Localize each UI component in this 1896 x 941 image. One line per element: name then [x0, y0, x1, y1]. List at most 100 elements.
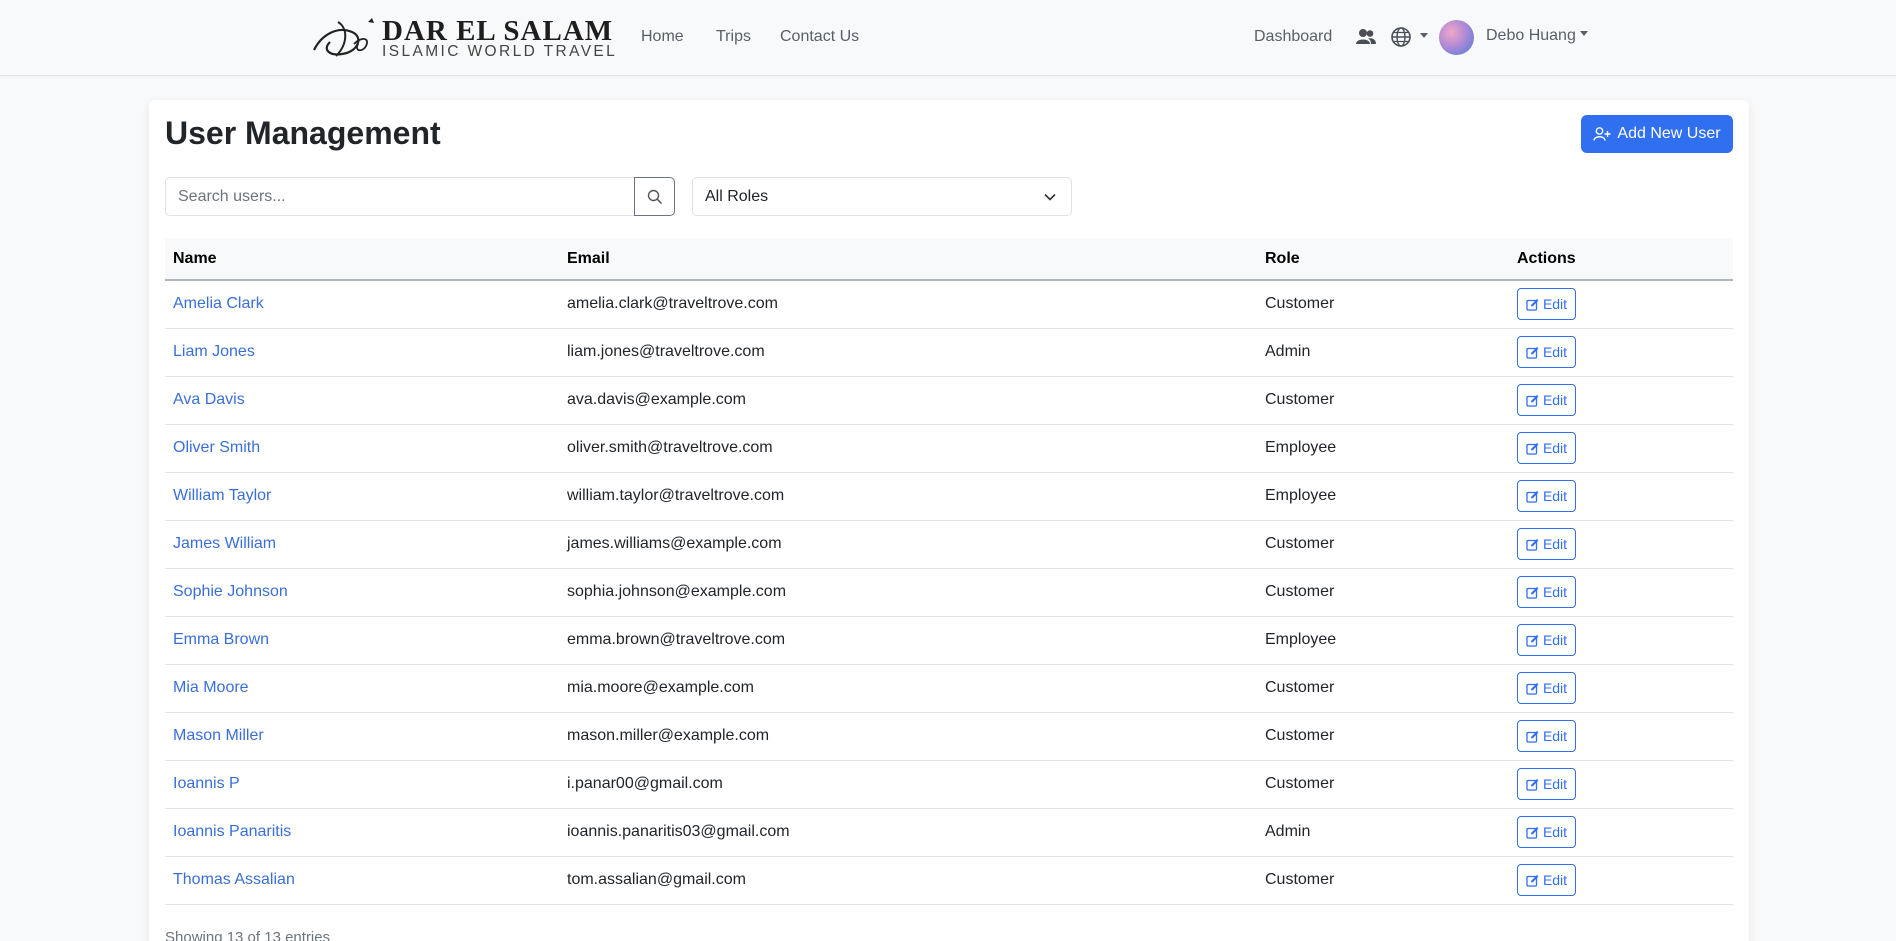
table-row: Liam Jones liam.jones@traveltrove.com Admi… — [165, 328, 1733, 377]
user-name-cell: Ava Davis — [165, 376, 559, 425]
user-name-cell: Oliver Smith — [165, 424, 559, 473]
user-email-cell: mason.miller@example.com — [559, 712, 1257, 761]
nav-home-link[interactable]: Home — [641, 27, 684, 47]
edit-user-button[interactable]: Edit — [1517, 624, 1576, 656]
user-name: Debo Huang — [1486, 27, 1576, 44]
edit-label: Edit — [1542, 584, 1568, 600]
column-header-email[interactable]: Email — [559, 239, 1257, 281]
user-email-cell: mia.moore@example.com — [559, 664, 1257, 713]
brand-calligraphy-icon — [313, 18, 374, 57]
edit-label: Edit — [1542, 680, 1568, 696]
edit-user-button[interactable]: Edit — [1517, 720, 1576, 752]
nav-dashboard-link[interactable]: Dashboard — [1254, 27, 1332, 47]
edit-user-button[interactable]: Edit — [1517, 864, 1576, 896]
user-name-link[interactable]: Ioannis P — [173, 775, 240, 792]
table-row: Ioannis Panaritis ioannis.panaritis03@gma… — [165, 808, 1733, 857]
table-row: Mia Moore mia.moore@example.com Customer Ed… — [165, 664, 1733, 713]
user-role-cell: Admin — [1257, 328, 1509, 377]
add-new-user-button[interactable]: Add New User — [1581, 115, 1733, 153]
search-icon — [647, 189, 662, 204]
nav-trips-link[interactable]: Trips — [716, 27, 751, 47]
user-menu-toggle[interactable]: Debo Huang — [1486, 26, 1588, 46]
search-button[interactable] — [634, 177, 675, 216]
user-role-cell: Employee — [1257, 616, 1509, 665]
user-name-link[interactable]: Emma Brown — [173, 631, 269, 648]
table-row: Ava Davis ava.davis@example.com Customer Ed… — [165, 376, 1733, 425]
user-actions-cell: Edit — [1509, 568, 1733, 617]
user-email-cell: oliver.smith@traveltrove.com — [559, 424, 1257, 473]
user-role-cell: Customer — [1257, 520, 1509, 569]
edit-label: Edit — [1542, 344, 1568, 360]
user-role-cell: Customer — [1257, 760, 1509, 809]
role-filter-select[interactable]: All Roles — [692, 177, 1072, 216]
column-header-role[interactable]: Role — [1257, 239, 1509, 281]
edit-icon — [1526, 394, 1539, 407]
edit-user-button[interactable]: Edit — [1517, 384, 1576, 416]
user-actions-cell: Edit — [1509, 664, 1733, 713]
user-email-cell: liam.jones@traveltrove.com — [559, 328, 1257, 377]
user-email-cell: sophia.johnson@example.com — [559, 568, 1257, 617]
table-row: Amelia Clark amelia.clark@traveltrove.com… — [165, 280, 1733, 329]
user-name-link[interactable]: William Taylor — [173, 487, 271, 504]
edit-user-button[interactable]: Edit — [1517, 672, 1576, 704]
user-name-link[interactable]: Mia Moore — [173, 679, 249, 696]
user-name-cell: Liam Jones — [165, 328, 559, 377]
user-name-link[interactable]: Amelia Clark — [173, 295, 264, 312]
user-role-cell: Employee — [1257, 424, 1509, 473]
edit-label: Edit — [1542, 488, 1568, 504]
user-name-cell: William Taylor — [165, 472, 559, 521]
edit-label: Edit — [1542, 872, 1568, 888]
edit-icon — [1526, 634, 1539, 647]
brand-logo[interactable]: DAR EL SALAM ISLAMIC WORLD TRAVEL — [308, 14, 615, 60]
edit-label: Edit — [1542, 296, 1568, 313]
brand-title: DAR EL SALAM — [382, 15, 614, 47]
users-icon[interactable] — [1355, 27, 1377, 52]
language-dropdown[interactable] — [1390, 26, 1429, 53]
edit-user-button[interactable]: Edit — [1517, 432, 1576, 464]
user-actions-cell: Edit — [1509, 424, 1733, 473]
user-name-link[interactable]: Ava Davis — [173, 391, 245, 408]
column-header-name[interactable]: Name — [165, 239, 559, 281]
users-table: Name Email Role Actions Amelia Clark amel… — [165, 239, 1733, 905]
user-role-cell: Employee — [1257, 472, 1509, 521]
user-email-cell: ioannis.panaritis03@gmail.com — [559, 808, 1257, 857]
edit-icon — [1526, 538, 1539, 551]
user-actions-cell: Edit — [1509, 520, 1733, 569]
user-name-link[interactable]: Sophie Johnson — [173, 583, 288, 600]
user-actions-cell: Edit — [1509, 760, 1733, 809]
edit-user-button[interactable]: Edit — [1517, 816, 1576, 848]
edit-user-button[interactable]: Edit — [1517, 336, 1576, 368]
user-name-cell: James William — [165, 520, 559, 569]
edit-user-button[interactable]: Edit — [1517, 528, 1576, 560]
user-name-link[interactable]: Liam Jones — [173, 343, 255, 360]
edit-label: Edit — [1542, 632, 1568, 648]
user-name-cell: Emma Brown — [165, 616, 559, 665]
edit-user-button[interactable]: Edit — [1517, 768, 1576, 800]
user-avatar[interactable] — [1439, 20, 1474, 55]
user-actions-cell: Edit — [1509, 808, 1733, 857]
edit-user-button[interactable]: Edit — [1517, 576, 1576, 608]
table-row: Sophie Johnson sophia.johnson@example.com… — [165, 568, 1733, 617]
user-email-cell: tom.assalian@gmail.com — [559, 856, 1257, 905]
user-name-link[interactable]: Ioannis Panaritis — [173, 823, 291, 840]
edit-label: Edit — [1542, 536, 1568, 552]
edit-icon — [1526, 730, 1539, 743]
user-name-link[interactable]: Mason Miller — [173, 727, 264, 744]
edit-icon — [1526, 586, 1539, 599]
table-row: Oliver Smith oliver.smith@traveltrove.com… — [165, 424, 1733, 473]
top-navbar: DAR EL SALAM ISLAMIC WORLD TRAVEL Home T… — [0, 0, 1896, 76]
user-name-link[interactable]: James William — [173, 535, 276, 552]
user-email-cell: ava.davis@example.com — [559, 376, 1257, 425]
user-email-cell: james.williams@example.com — [559, 520, 1257, 569]
table-row: James William james.williams@example.com C… — [165, 520, 1733, 569]
edit-label: Edit — [1542, 824, 1568, 840]
edit-label: Edit — [1542, 440, 1568, 456]
edit-icon — [1526, 442, 1539, 455]
search-input[interactable] — [165, 177, 635, 216]
nav-contact-link[interactable]: Contact Us — [780, 27, 859, 47]
edit-user-button[interactable]: Edit — [1517, 288, 1576, 321]
user-name-link[interactable]: Thomas Assalian — [173, 871, 295, 888]
table-header-row: Name Email Role Actions — [165, 239, 1733, 281]
user-name-link[interactable]: Oliver Smith — [173, 439, 260, 456]
edit-user-button[interactable]: Edit — [1517, 480, 1576, 512]
